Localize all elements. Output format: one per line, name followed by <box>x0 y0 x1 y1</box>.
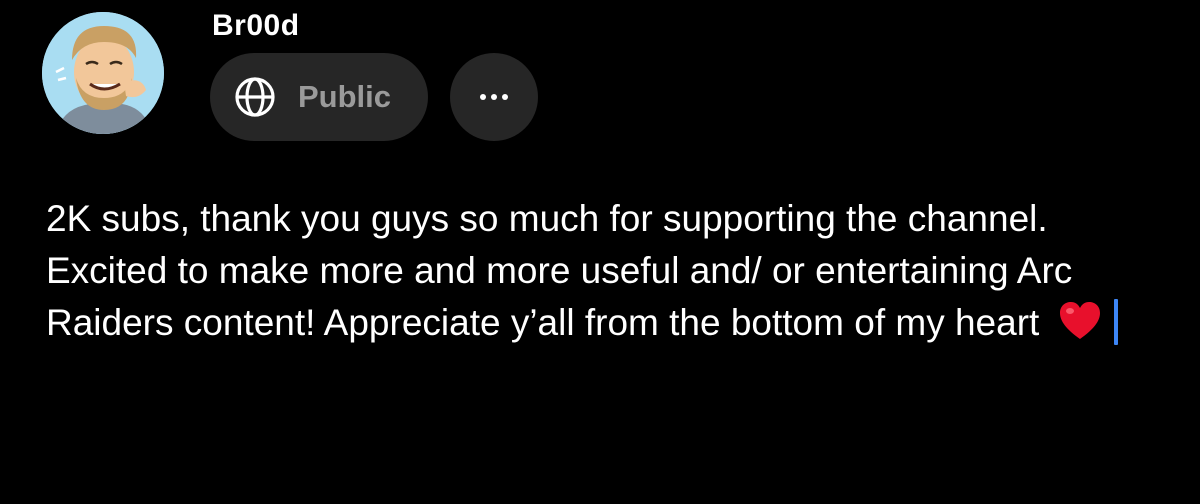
username[interactable]: Br00d <box>212 6 300 46</box>
avatar-image <box>42 12 164 134</box>
visibility-label: Public <box>298 79 392 114</box>
more-options-button[interactable] <box>450 53 538 141</box>
globe-icon <box>235 77 275 117</box>
post-text: 2K subs, thank you guys so much for supp… <box>46 198 1073 343</box>
more-horizontal-icon <box>480 94 508 100</box>
text-cursor <box>1113 299 1118 345</box>
visibility-button[interactable]: Public <box>210 53 428 141</box>
avatar[interactable] <box>42 12 164 134</box>
post-composer[interactable]: 2K subs, thank you guys so much for supp… <box>46 193 1166 349</box>
heart-icon <box>1059 302 1100 339</box>
